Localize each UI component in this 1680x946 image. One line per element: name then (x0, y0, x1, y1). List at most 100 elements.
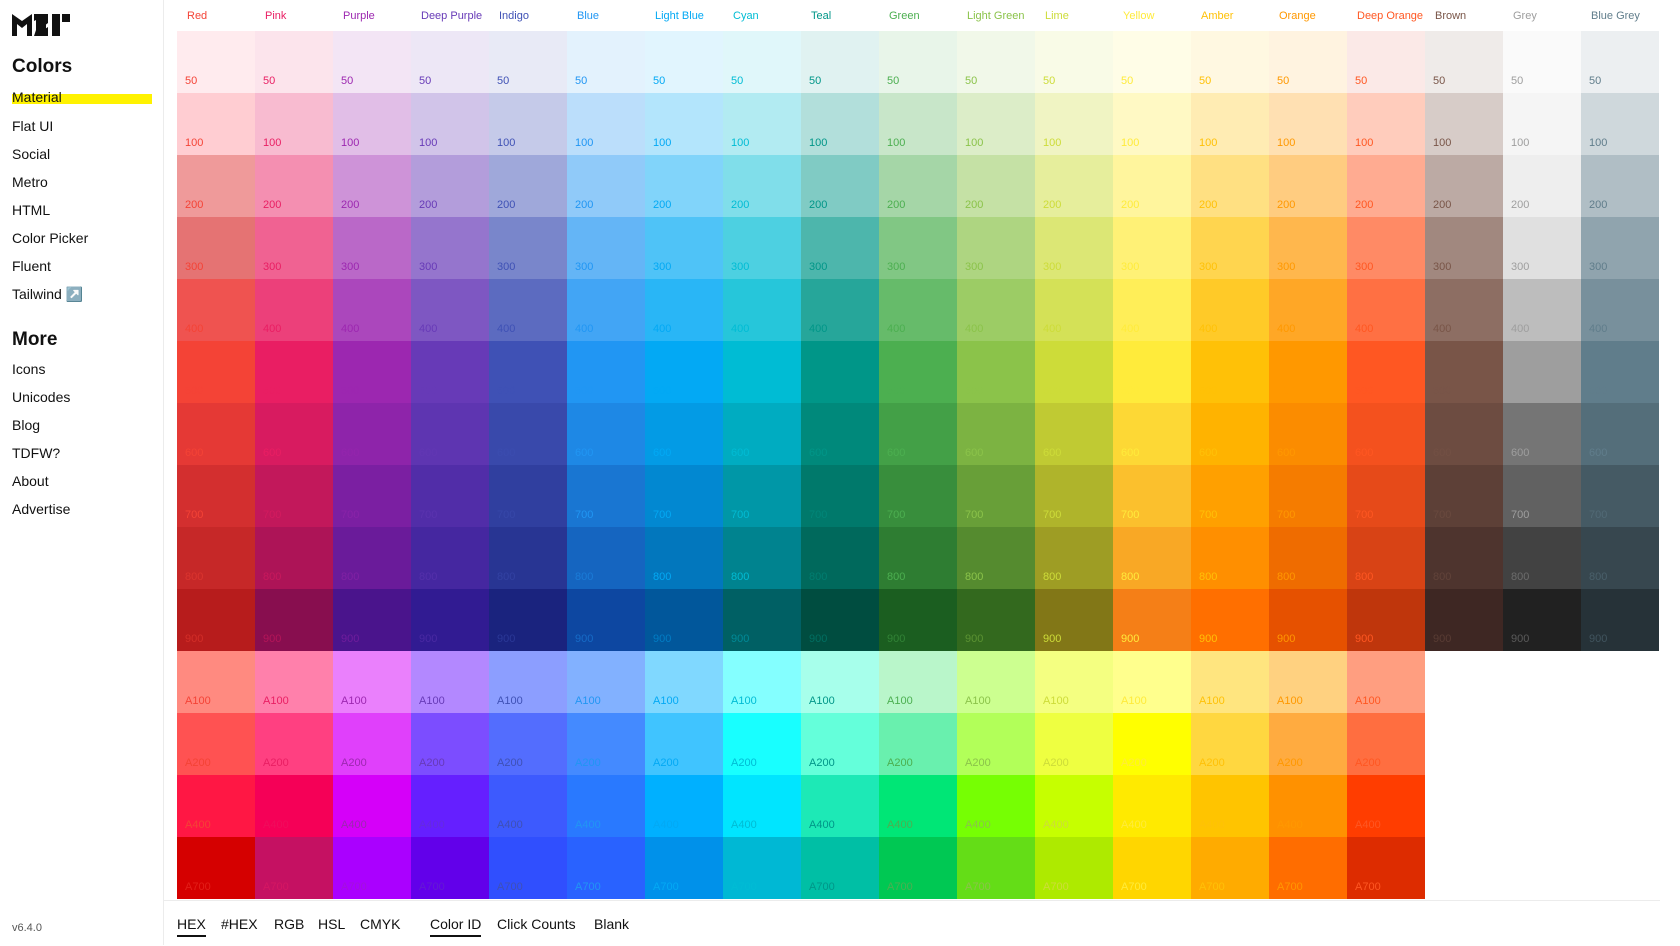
sidebar-item-icons[interactable]: Icons (12, 360, 45, 378)
color-swatch[interactable]: A700 (1113, 837, 1191, 899)
tab-blank[interactable]: Blank (594, 916, 629, 935)
color-swatch[interactable]: A200 (723, 713, 801, 775)
color-swatch[interactable]: 800 (255, 527, 333, 589)
color-swatch[interactable]: 900 (1347, 589, 1425, 651)
sidebar-item-fluent[interactable]: Fluent (12, 257, 51, 275)
color-swatch[interactable]: 400 (1347, 279, 1425, 341)
color-swatch[interactable]: 600 (255, 403, 333, 465)
color-swatch[interactable]: 400 (1035, 279, 1113, 341)
color-swatch[interactable]: 300 (1035, 217, 1113, 279)
color-swatch[interactable]: 800 (411, 527, 489, 589)
color-swatch[interactable]: A100 (411, 651, 489, 713)
color-swatch[interactable]: 50 (255, 31, 333, 93)
color-swatch[interactable]: 800 (645, 527, 723, 589)
color-swatch[interactable]: A700 (177, 837, 255, 899)
color-swatch[interactable]: 400 (879, 279, 957, 341)
color-swatch[interactable]: 100 (645, 93, 723, 155)
color-swatch[interactable]: 700 (1113, 465, 1191, 527)
color-swatch[interactable]: 500 (1113, 341, 1191, 403)
color-swatch[interactable]: 400 (1425, 279, 1503, 341)
color-swatch[interactable]: 500 (801, 341, 879, 403)
color-swatch[interactable]: A200 (411, 713, 489, 775)
color-swatch[interactable]: A400 (1347, 775, 1425, 837)
color-swatch[interactable]: 300 (723, 217, 801, 279)
color-swatch[interactable]: A200 (1191, 713, 1269, 775)
color-swatch[interactable]: A200 (489, 713, 567, 775)
color-swatch[interactable]: 500 (177, 341, 255, 403)
color-swatch[interactable]: A100 (1347, 651, 1425, 713)
color-swatch[interactable]: A100 (1113, 651, 1191, 713)
color-swatch[interactable]: 200 (957, 155, 1035, 217)
color-swatch[interactable]: A100 (879, 651, 957, 713)
color-swatch[interactable]: 500 (489, 341, 567, 403)
color-swatch[interactable]: 50 (801, 31, 879, 93)
color-swatch[interactable]: A400 (1191, 775, 1269, 837)
color-swatch[interactable]: 700 (177, 465, 255, 527)
color-swatch[interactable]: 500 (255, 341, 333, 403)
sidebar-item-about[interactable]: About (12, 472, 49, 490)
color-swatch[interactable]: 400 (255, 279, 333, 341)
color-swatch[interactable]: 50 (1503, 31, 1581, 93)
color-swatch[interactable]: 300 (567, 217, 645, 279)
color-swatch[interactable]: 800 (1503, 527, 1581, 589)
color-swatch[interactable]: 400 (723, 279, 801, 341)
color-swatch[interactable]: A700 (255, 837, 333, 899)
color-swatch[interactable]: 50 (1347, 31, 1425, 93)
color-swatch[interactable]: A200 (1113, 713, 1191, 775)
color-swatch[interactable]: 600 (567, 403, 645, 465)
sidebar-item-social[interactable]: Social (12, 145, 50, 163)
color-swatch[interactable]: 200 (411, 155, 489, 217)
color-swatch[interactable]: 900 (567, 589, 645, 651)
color-swatch[interactable]: 900 (879, 589, 957, 651)
color-swatch[interactable]: A400 (957, 775, 1035, 837)
color-swatch[interactable]: 500 (1503, 341, 1581, 403)
color-swatch[interactable]: A200 (1347, 713, 1425, 775)
color-swatch[interactable]: A200 (957, 713, 1035, 775)
sidebar-item-flat-ui[interactable]: Flat UI (12, 117, 53, 135)
color-swatch[interactable]: 50 (1191, 31, 1269, 93)
color-swatch[interactable]: 400 (333, 279, 411, 341)
color-swatch[interactable]: 800 (801, 527, 879, 589)
color-swatch[interactable]: 100 (411, 93, 489, 155)
color-swatch[interactable]: A700 (567, 837, 645, 899)
color-swatch[interactable]: 300 (255, 217, 333, 279)
color-swatch[interactable]: 500 (723, 341, 801, 403)
color-swatch[interactable]: A100 (1269, 651, 1347, 713)
color-swatch[interactable]: 50 (411, 31, 489, 93)
color-swatch[interactable]: A700 (645, 837, 723, 899)
color-swatch[interactable]: 600 (645, 403, 723, 465)
sidebar-item-advertise[interactable]: Advertise (12, 500, 70, 518)
color-swatch[interactable]: 100 (1113, 93, 1191, 155)
color-swatch[interactable]: A100 (1191, 651, 1269, 713)
color-swatch[interactable]: A400 (645, 775, 723, 837)
sidebar-item-tdfw[interactable]: TDFW? (12, 444, 60, 462)
color-swatch[interactable]: A100 (645, 651, 723, 713)
color-swatch[interactable]: 500 (879, 341, 957, 403)
sidebar-item-metro[interactable]: Metro (12, 173, 48, 191)
color-swatch[interactable]: A200 (645, 713, 723, 775)
color-swatch[interactable]: 600 (723, 403, 801, 465)
color-swatch[interactable]: A700 (1347, 837, 1425, 899)
color-swatch[interactable]: 300 (1113, 217, 1191, 279)
color-swatch[interactable]: 500 (1347, 341, 1425, 403)
color-swatch[interactable]: 600 (1425, 403, 1503, 465)
color-swatch[interactable]: 100 (177, 93, 255, 155)
color-swatch[interactable]: A700 (879, 837, 957, 899)
color-swatch[interactable]: 400 (801, 279, 879, 341)
color-swatch[interactable]: 100 (1503, 93, 1581, 155)
color-swatch[interactable]: 400 (1269, 279, 1347, 341)
color-swatch[interactable]: 900 (1113, 589, 1191, 651)
color-swatch[interactable]: A700 (1269, 837, 1347, 899)
color-swatch[interactable]: 900 (411, 589, 489, 651)
color-swatch[interactable]: A400 (801, 775, 879, 837)
color-swatch[interactable]: 200 (567, 155, 645, 217)
color-swatch[interactable]: A700 (333, 837, 411, 899)
color-swatch[interactable]: 200 (1503, 155, 1581, 217)
color-swatch[interactable]: 200 (1269, 155, 1347, 217)
color-swatch[interactable]: 500 (1269, 341, 1347, 403)
color-swatch[interactable]: 300 (1503, 217, 1581, 279)
color-swatch[interactable]: 800 (1425, 527, 1503, 589)
color-swatch[interactable]: 50 (645, 31, 723, 93)
color-swatch[interactable]: 300 (1425, 217, 1503, 279)
color-swatch[interactable]: 100 (879, 93, 957, 155)
